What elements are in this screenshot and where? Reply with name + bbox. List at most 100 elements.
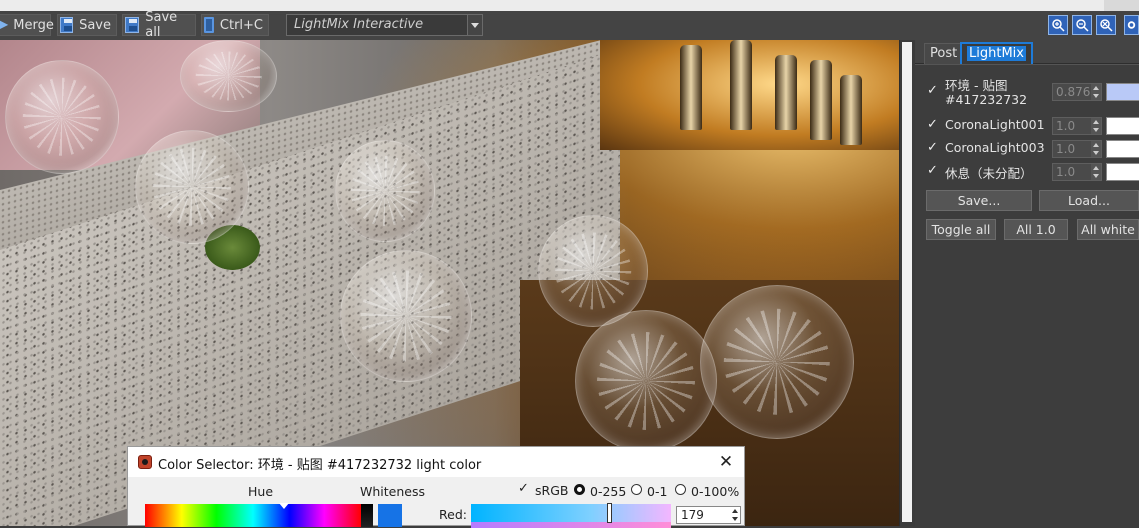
color-selector-dialog: Color Selector: 环境 - 贴图 #417232732 light…	[127, 446, 745, 528]
save-preset-button[interactable]: Save...	[926, 190, 1032, 211]
light-row: ✓ CoronaLight001 1.0	[915, 115, 1139, 137]
render-glass-orb	[700, 285, 854, 439]
render-glass-orb	[5, 60, 119, 174]
radio-0-100[interactable]	[675, 484, 686, 495]
light-checkbox[interactable]: ✓	[927, 84, 940, 97]
light-intensity-value: 1.0	[1056, 119, 1076, 133]
lightmix-mode-value: LightMix Interactive	[294, 17, 424, 32]
light-name: CoronaLight001	[945, 117, 1045, 132]
spinner-arrows-icon[interactable]	[730, 507, 740, 523]
copy-label: Ctrl+C	[219, 17, 263, 33]
light-row: ✓ 休息（未分配） 1.0	[915, 161, 1139, 183]
tab-lightmix-label: LightMix	[967, 46, 1026, 61]
srgb-label: sRGB	[535, 483, 569, 498]
light-name: CoronaLight003	[945, 140, 1045, 155]
light-intensity-spinner[interactable]: 1.0	[1052, 117, 1102, 135]
light-checkbox[interactable]: ✓	[927, 118, 940, 131]
zoom-out-icon	[1076, 19, 1089, 32]
tab-post-label: Post	[930, 46, 958, 61]
merge-button[interactable]: ▶ Merge	[0, 14, 54, 36]
radio-0-255-label: 0-255	[590, 484, 627, 499]
settings-button[interactable]	[1124, 15, 1139, 35]
viewport-scrollbar[interactable]	[899, 40, 915, 526]
zoom-out-button[interactable]	[1072, 15, 1092, 35]
light-intensity-spinner[interactable]: 1.0	[1052, 163, 1102, 181]
light-color-swatch[interactable]	[1106, 83, 1139, 101]
save-all-label: Save all	[145, 10, 178, 40]
whiteness-slider[interactable]	[361, 504, 373, 527]
render-bottle	[680, 45, 702, 130]
all-one-button[interactable]: All 1.0	[1004, 219, 1068, 240]
lightmix-panel: ✓ 环境 - 贴图 #417232732 0.876 ✓ CoronaLight…	[915, 64, 1139, 527]
render-bar-shelf	[600, 40, 899, 150]
app-icon	[138, 455, 152, 469]
render-bottle	[810, 60, 832, 140]
toggle-all-button[interactable]: Toggle all	[926, 219, 996, 240]
render-glass-orb	[335, 140, 435, 242]
spinner-arrows-icon[interactable]	[1091, 164, 1101, 180]
red-value: 179	[681, 508, 704, 522]
light-row: ✓ CoronaLight003 1.0	[915, 138, 1139, 160]
settings-icon	[1127, 21, 1136, 29]
tab-post[interactable]: Post	[924, 43, 964, 64]
render-bottle	[730, 40, 752, 130]
zoom-fit-button[interactable]	[1096, 15, 1116, 35]
save-label: Save	[79, 17, 111, 33]
close-icon[interactable]: ✕	[716, 452, 736, 472]
scrollbar-thumb[interactable]	[902, 42, 912, 522]
render-glass-orb	[575, 310, 717, 452]
red-label: Red:	[439, 507, 467, 522]
all-white-button[interactable]: All white	[1077, 219, 1139, 240]
light-checkbox[interactable]: ✓	[927, 164, 940, 177]
light-color-swatch[interactable]	[1106, 163, 1139, 181]
merge-label: Merge	[13, 17, 54, 33]
green-slider[interactable]	[471, 522, 671, 528]
zoom-fit-icon	[1100, 19, 1113, 32]
light-name-id: #417232732	[945, 92, 1028, 107]
tab-lightmix[interactable]: LightMix	[960, 42, 1033, 66]
zoom-in-button[interactable]	[1048, 15, 1068, 35]
radio-0-1[interactable]	[631, 484, 642, 495]
whiteness-label: Whiteness	[360, 484, 425, 499]
light-color-swatch[interactable]	[1106, 117, 1139, 135]
srgb-checkbox[interactable]: ✓	[518, 482, 531, 496]
top-strip-button	[1104, 0, 1139, 11]
light-color-swatch[interactable]	[1106, 140, 1139, 158]
radio-0-1-label: 0-1	[647, 484, 668, 499]
render-glass-orb	[538, 215, 648, 327]
render-glass-orb	[135, 130, 249, 244]
render-bottle	[775, 55, 797, 130]
spinner-arrows-icon[interactable]	[1091, 141, 1101, 157]
spinner-arrows-icon[interactable]	[1091, 84, 1101, 100]
red-value-input[interactable]: 179	[676, 506, 741, 524]
light-intensity-value: 1.0	[1056, 165, 1076, 179]
dialog-title: Color Selector: 环境 - 贴图 #417232732 light…	[158, 458, 482, 473]
light-name: 休息（未分配）	[945, 166, 1033, 181]
radio-0-100-label: 0-100%	[691, 484, 740, 499]
lightmix-mode-select[interactable]: LightMix Interactive	[286, 14, 483, 36]
radio-0-255[interactable]	[574, 484, 585, 495]
hue-label: Hue	[248, 484, 274, 499]
light-checkbox[interactable]: ✓	[927, 141, 940, 154]
light-intensity-spinner[interactable]: 1.0	[1052, 140, 1102, 158]
dialog-titlebar[interactable]: Color Selector: 环境 - 贴图 #417232732 light…	[128, 447, 744, 477]
hue-slider[interactable]	[145, 504, 361, 527]
light-intensity-spinner[interactable]: 0.876	[1052, 83, 1102, 101]
copy-icon	[204, 17, 214, 33]
save-button[interactable]: Save	[57, 14, 117, 36]
merge-icon: ▶	[0, 17, 9, 31]
light-intensity-value: 1.0	[1056, 142, 1076, 156]
spinner-arrows-icon[interactable]	[1091, 118, 1101, 134]
color-preview-swatch	[378, 504, 402, 527]
save-all-button[interactable]: Save all	[122, 10, 196, 40]
red-slider[interactable]	[471, 504, 671, 522]
copy-button[interactable]: Ctrl+C	[201, 14, 269, 36]
hue-marker-icon[interactable]	[279, 503, 289, 509]
light-row: ✓ 环境 - 贴图 #417232732 0.876	[915, 75, 1139, 111]
render-glass-orb	[340, 250, 472, 382]
save-icon	[60, 17, 74, 33]
load-preset-button[interactable]: Load...	[1039, 190, 1139, 211]
vfb-toolbar: ▶ Merge Save Save all Ctrl+C LightMix In…	[0, 10, 1139, 41]
chevron-down-icon[interactable]	[467, 15, 482, 35]
red-slider-thumb[interactable]	[607, 503, 612, 523]
